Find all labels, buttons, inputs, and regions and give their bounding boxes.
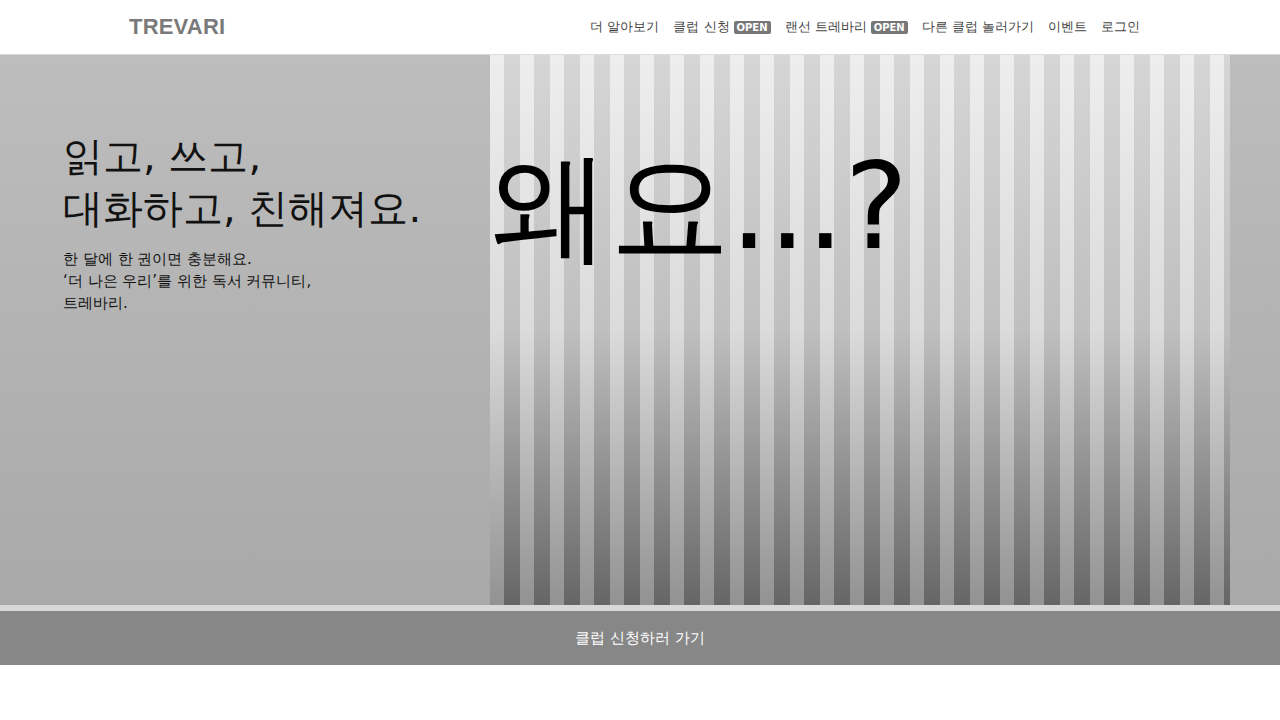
nav-item[interactable]: 더 알아보기 xyxy=(590,18,659,36)
page: TREVARI 더 알아보기 클럽 신청 OPEN 랜선 트레바리 OPEN 다른 … xyxy=(0,0,1280,665)
open-badge: OPEN xyxy=(871,21,908,34)
nav-item[interactable]: 이벤트 xyxy=(1048,18,1087,36)
nav-item[interactable]: 다른 클럽 놀러가기 xyxy=(922,18,1034,36)
logo[interactable]: TREVARI xyxy=(129,14,225,40)
overlay-text: 왜요...? xyxy=(490,135,908,279)
header: TREVARI 더 알아보기 클럽 신청 OPEN 랜선 트레바리 OPEN 다른 … xyxy=(0,0,1280,55)
open-badge: OPEN xyxy=(734,21,771,34)
hero: 읽고, 쓰고,대화하고, 친해져요. 한 달에 한 권이면 충분해요.‘더 나은… xyxy=(0,55,1280,605)
nav-item[interactable]: 클럽 신청 OPEN xyxy=(673,18,770,36)
nav: 더 알아보기 클럽 신청 OPEN랜선 트레바리 OPEN다른 클럽 놀러가기 … xyxy=(590,18,1140,36)
nav-item[interactable]: 랜선 트레바리 OPEN xyxy=(785,18,908,36)
subtext: 한 달에 한 권이면 충분해요.‘더 나은 우리’를 위한 독서 커뮤니티,트레… xyxy=(63,248,490,314)
headline: 읽고, 쓰고,대화하고, 친해져요. xyxy=(63,130,490,234)
cta-button[interactable]: 클럽 신청하러 가기 xyxy=(0,611,1280,665)
nav-item[interactable]: 로그인 xyxy=(1101,18,1140,36)
hero-text: 읽고, 쓰고,대화하고, 친해져요. 한 달에 한 권이면 충분해요.‘더 나은… xyxy=(0,55,490,605)
